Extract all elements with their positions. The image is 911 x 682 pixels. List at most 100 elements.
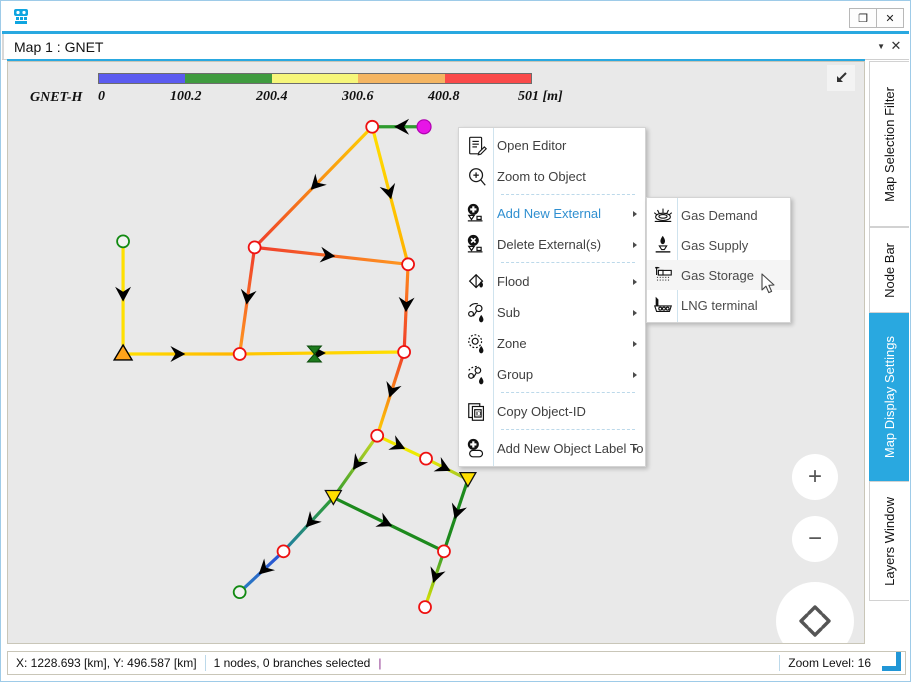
network-node-junction[interactable] (276, 544, 291, 559)
title-bar: ❐ ✕ (2, 2, 909, 31)
close-tab-icon[interactable]: ✕ (889, 38, 903, 54)
network-node-junction[interactable] (401, 257, 415, 272)
document-tab-strip: Map 1 : GNET ▼ ✕ (2, 34, 909, 60)
flow-direction-arrow (379, 182, 396, 200)
submenu-item-label: Gas Demand (681, 207, 758, 223)
context-menu-item-delete-external-s[interactable]: Delete External(s) (459, 229, 645, 260)
status-selection-info: 1 nodes, 0 branches selected (213, 656, 371, 670)
gas-network-diagram[interactable] (8, 62, 864, 643)
network-node-junction[interactable] (397, 345, 411, 359)
network-node-selected[interactable] (416, 119, 432, 135)
network-node-junction[interactable] (437, 544, 451, 559)
context-menu-item-label: Zoom to Object (497, 169, 586, 184)
context-menu-item-add-new-external[interactable]: Add New External (459, 198, 645, 229)
submenu-item-label: LNG terminal (681, 297, 758, 313)
copy-id-icon: ID (464, 399, 490, 425)
status-zoom-level: Zoom Level: 16 (788, 656, 871, 670)
side-tab-label: Node Bar (882, 242, 897, 298)
zoom-out-button[interactable]: − (792, 516, 838, 562)
window-buttons: ❐ ✕ (849, 8, 904, 28)
context-menu-item-label: Delete External(s) (497, 237, 602, 252)
context-menu-item-zone[interactable]: Zone (459, 328, 645, 359)
context-menu-separator (501, 194, 635, 196)
status-caret: | (378, 656, 382, 670)
context-menu-item-group[interactable]: Group (459, 359, 645, 390)
flow-direction-arrow (388, 435, 406, 450)
pan-arrows-icon (799, 605, 831, 637)
context-menu-item-label: Open Editor (497, 138, 567, 153)
editor-icon (464, 133, 490, 159)
submenu-arrow-icon (633, 445, 637, 452)
add-label-icon (464, 436, 490, 462)
context-menu-separator (501, 392, 635, 394)
flow-direction-arrow (352, 453, 369, 470)
add-external-icon (464, 201, 490, 227)
side-tab-layers-window[interactable]: Layers Window (869, 481, 909, 601)
context-menu-item-label: Copy Object-ID (497, 404, 586, 419)
svg-text:ID: ID (476, 411, 482, 417)
submenu-arrow-icon (633, 278, 637, 285)
status-coordinates: X: 1228.693 [km], Y: 496.587 [km] (16, 656, 197, 670)
flow-direction-arrow (451, 502, 467, 520)
context-menu[interactable]: Open Editor Zoom to Object Add New Exter… (458, 127, 646, 467)
submenu-arrow-icon (633, 371, 637, 378)
right-tool-tabs: Map Selection Filter Node Bar Map Display … (869, 61, 909, 644)
submenu-item-gas-storage[interactable]: Gas Storage (647, 260, 790, 290)
context-menu-item-sub[interactable]: Sub (459, 297, 645, 328)
chevron-down-icon[interactable]: ▼ (877, 42, 885, 51)
resize-grip-icon[interactable] (882, 652, 903, 673)
close-window-button[interactable]: ✕ (876, 8, 904, 28)
network-node-external[interactable] (116, 234, 130, 249)
submenu-item-lng-terminal[interactable]: LNG terminal (647, 290, 790, 320)
submenu-item-gas-supply[interactable]: Gas Supply (647, 230, 790, 260)
context-menu-item-label: Flood (497, 274, 530, 289)
maximize-button[interactable]: ❐ (849, 8, 877, 28)
pan-control[interactable] (776, 582, 854, 643)
side-tab-label: Layers Window (882, 496, 897, 586)
context-menu-separator (501, 262, 635, 264)
context-menu-separator (501, 429, 635, 431)
submenu-arrow-icon (633, 309, 637, 316)
gas-storage-icon (650, 262, 676, 288)
side-tab-label: Map Display Settings (882, 335, 897, 459)
flow-direction-arrow (430, 566, 446, 583)
status-bar: X: 1228.693 [km], Y: 496.587 [km] 1 node… (7, 651, 906, 675)
gas-demand-icon (650, 202, 676, 228)
map-viewport[interactable]: GNET-H 0 100.2 200.4 300.6 400.8 501 [m] + − (7, 61, 865, 644)
network-node-external[interactable] (232, 585, 247, 600)
zoom-in-button[interactable]: + (792, 454, 838, 500)
network-node-junction[interactable] (247, 240, 262, 255)
group-icon (464, 362, 490, 388)
context-menu-item-flood[interactable]: Flood (459, 266, 645, 297)
application-window: ❐ ✕ Map 1 : GNET ▼ ✕ GNET-H 0 100.2 200.4 3… (0, 0, 911, 682)
context-menu-item-label: Sub (497, 305, 521, 320)
add-new-external-submenu[interactable]: Gas Demand Gas Supply Gas Storage LNG te… (646, 197, 791, 323)
context-menu-item-label: Add New External (497, 206, 602, 221)
network-node-junction[interactable] (418, 600, 432, 614)
network-node-junction[interactable] (232, 347, 247, 361)
network-valve[interactable] (458, 471, 477, 488)
submenu-item-label: Gas Storage (681, 267, 754, 283)
network-node-junction[interactable] (419, 451, 433, 466)
context-menu-item-zoom-to-object[interactable]: Zoom to Object (459, 161, 645, 192)
context-menu-item-copy-object-id[interactable]: ID Copy Object-ID (459, 396, 645, 427)
app-logo-icon (10, 6, 32, 28)
network-node-junction[interactable] (365, 119, 380, 134)
flood-icon (464, 269, 490, 295)
submenu-arrow-icon (633, 340, 637, 347)
side-tab-label: Map Selection Filter (882, 86, 897, 202)
submenu-item-gas-demand[interactable]: Gas Demand (647, 200, 790, 230)
flow-direction-arrow (375, 512, 393, 527)
submenu-arrow-icon (633, 241, 637, 248)
context-menu-item-open-editor[interactable]: Open Editor (459, 130, 645, 161)
side-tab-map-display-settings[interactable]: Map Display Settings (869, 313, 909, 481)
context-menu-item-add-new-object-label-to[interactable]: Add New Object Label To (459, 433, 645, 464)
flow-direction-arrow (386, 380, 402, 398)
network-node-junction[interactable] (370, 428, 385, 443)
sub-icon (464, 300, 490, 326)
side-tab-node-bar[interactable]: Node Bar (869, 227, 909, 313)
context-menu-item-label: Add New Object Label To (497, 441, 644, 456)
lng-terminal-icon (650, 292, 676, 318)
side-tab-map-selection-filter[interactable]: Map Selection Filter (869, 61, 909, 227)
tab-map1-gnet[interactable]: Map 1 : GNET (2, 34, 116, 59)
